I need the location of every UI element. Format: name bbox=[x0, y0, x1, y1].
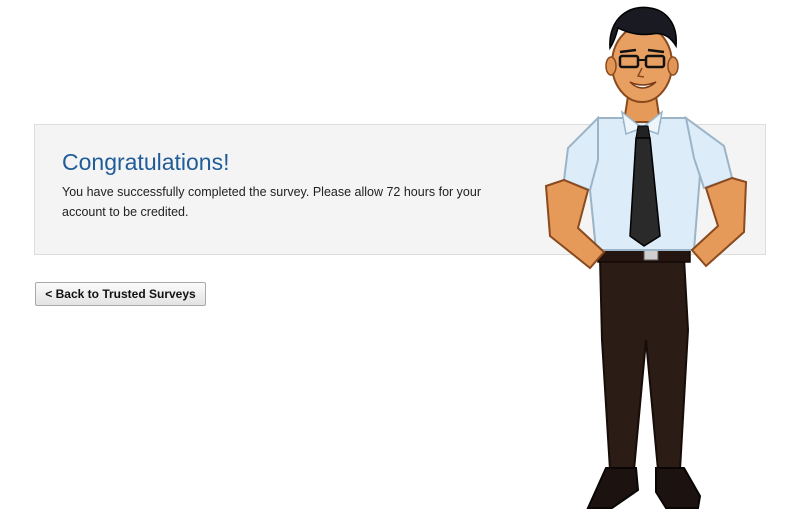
page-title: Congratulations! bbox=[62, 149, 230, 175]
survey-complete-page: Congratulations! You have successfully c… bbox=[0, 0, 812, 522]
back-to-trusted-surveys-button[interactable]: < Back to Trusted Surveys bbox=[35, 282, 206, 306]
cartoon-man-mascot-icon bbox=[544, 6, 748, 509]
confirmation-message: You have successfully completed the surv… bbox=[62, 185, 481, 219]
